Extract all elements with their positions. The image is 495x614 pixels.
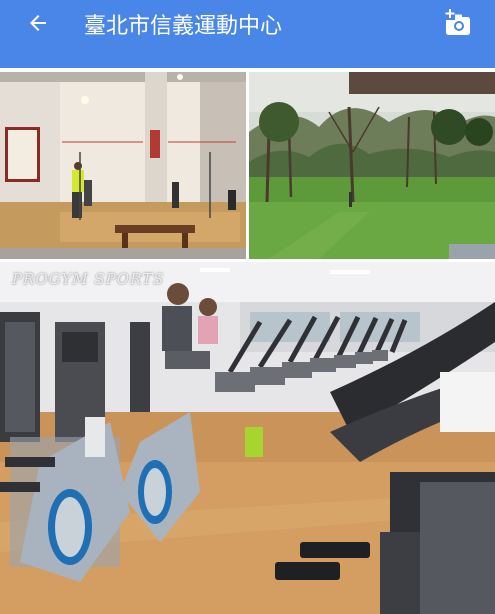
squash-court-image: [0, 72, 246, 259]
add-photo-button[interactable]: [441, 6, 475, 40]
park-image: [249, 72, 495, 259]
photo-gym[interactable]: [0, 262, 495, 614]
gym-image: [0, 262, 495, 614]
page-title: 臺北市信義運動中心: [84, 14, 283, 39]
arrow-back-icon: [30, 15, 46, 31]
watermark: PROGYM SPORTS: [12, 270, 165, 288]
back-button[interactable]: [18, 6, 58, 40]
add-photo-icon: [445, 9, 470, 35]
photo-park[interactable]: [249, 72, 495, 259]
app-bar: 臺北市信義運動中心: [0, 0, 495, 68]
photo-squash[interactable]: [0, 72, 246, 259]
